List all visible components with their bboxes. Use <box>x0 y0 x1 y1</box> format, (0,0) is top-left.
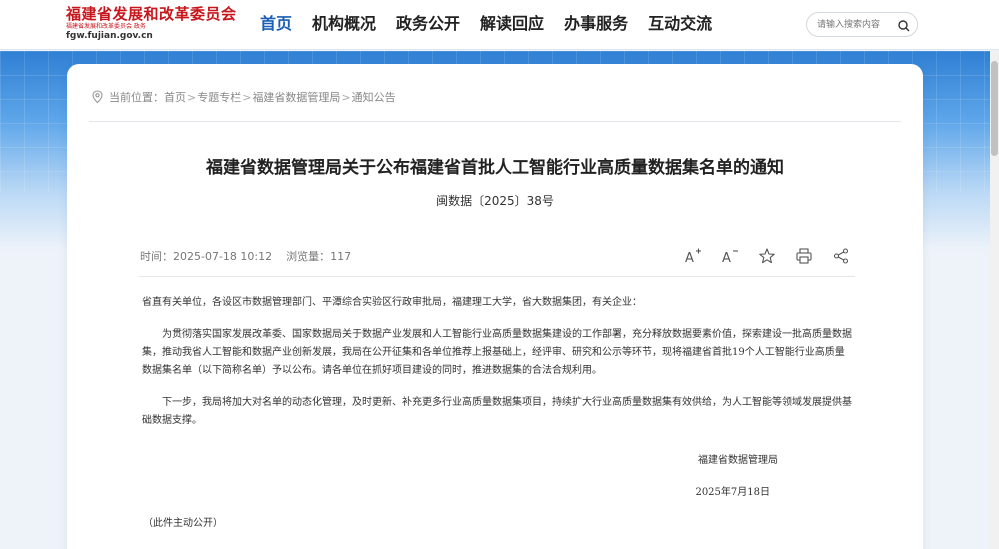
article-toolbar: A A <box>684 247 869 265</box>
nav-item-services[interactable]: 办事服务 <box>564 13 628 35</box>
nav-item-interpretation[interactable]: 解读回应 <box>480 13 544 35</box>
breadcrumb-separator: > <box>242 90 252 104</box>
location-icon <box>91 90 104 104</box>
breadcrumb-label: 当前位置： <box>109 91 164 104</box>
breadcrumb-separator: > <box>187 90 197 104</box>
breadcrumb-special-topics[interactable]: 专题专栏 <box>197 89 241 105</box>
nav-item-government-affairs[interactable]: 政务公开 <box>396 13 460 35</box>
paragraph: 为贯彻落实国家发展改革委、国家数据局关于数据产业发展和人工智能行业高质量数据集建… <box>142 329 852 376</box>
logo-subtitle: 福建省发展和改革委员会 政务 <box>66 23 146 30</box>
breadcrumb: 当前位置： 首页 > 专题专栏 > 福建省数据管理局 > 通知公告 <box>91 89 396 105</box>
nav-item-organization[interactable]: 机构概况 <box>312 13 376 35</box>
site-logo[interactable]: 福建省发展和改革委员会 福建省发展和改革委员会 政务 fgw.fujian.go… <box>66 6 246 42</box>
logo-url: fgw.fujian.gov.cn <box>66 31 153 41</box>
site-header: 福建省发展和改革委员会 福建省发展和改革委员会 政务 fgw.fujian.go… <box>0 0 999 50</box>
search-icon[interactable] <box>897 18 911 32</box>
salutation: 省直有关单位，各设区市数据管理部门、平潭综合实验区行政审批局，福建理工大学，省大… <box>142 297 642 308</box>
main-nav: 首页 机构概况 政务公开 解读回应 办事服务 互动交流 <box>260 13 732 35</box>
article-body: 省直有关单位，各设区市数据管理部门、平潭综合实验区行政审批局，福建理工大学，省大… <box>142 294 854 444</box>
search-box <box>806 12 918 37</box>
svg-text:A: A <box>685 251 694 265</box>
document-number: 闽数据〔2025〕38号 <box>436 194 554 208</box>
print-icon[interactable] <box>795 247 813 265</box>
issue-date: 2025年7月18日 <box>695 487 770 498</box>
svg-text:A: A <box>722 251 731 265</box>
logo-title: 福建省发展和改革委员会 <box>66 5 237 23</box>
breadcrumb-data-bureau[interactable]: 福建省数据管理局 <box>252 89 340 105</box>
article-title: 福建省数据管理局关于公布福建省首批人工智能行业高质量数据集名单的通知 <box>206 158 784 178</box>
font-decrease-icon[interactable]: A <box>721 247 739 265</box>
disclosure-note: （此件主动公开） <box>143 518 223 529</box>
breadcrumb-separator: > <box>341 90 351 104</box>
meta-divider <box>139 276 855 277</box>
nav-item-interaction[interactable]: 互动交流 <box>648 13 712 35</box>
share-icon[interactable] <box>832 247 850 265</box>
favorite-star-icon[interactable] <box>758 247 776 265</box>
article-meta: 时间：2025-07-18 10:12 浏览量：117 <box>140 248 357 264</box>
breadcrumb-notices[interactable]: 通知公告 <box>352 89 396 105</box>
breadcrumb-home[interactable]: 首页 <box>164 89 186 105</box>
nav-item-home[interactable]: 首页 <box>260 13 292 35</box>
time-label: 时间： <box>140 250 173 263</box>
search-input[interactable] <box>817 17 897 33</box>
publish-time: 2025-07-18 10:12 <box>173 250 273 263</box>
view-count: 117 <box>330 250 352 263</box>
scrollbar-thumb[interactable] <box>991 61 998 156</box>
page-scrollbar[interactable] <box>990 51 999 549</box>
breadcrumb-divider <box>89 121 901 122</box>
font-increase-icon[interactable]: A <box>684 247 702 265</box>
signature: 福建省数据管理局 <box>698 455 778 466</box>
paragraph: 下一步，我局将加大对名单的动态化管理，及时更新、补充更多行业高质量数据集项目，持… <box>142 397 852 426</box>
views-label: 浏览量： <box>286 250 331 263</box>
article-card: 当前位置： 首页 > 专题专栏 > 福建省数据管理局 > 通知公告 福建省数据管… <box>67 64 923 549</box>
